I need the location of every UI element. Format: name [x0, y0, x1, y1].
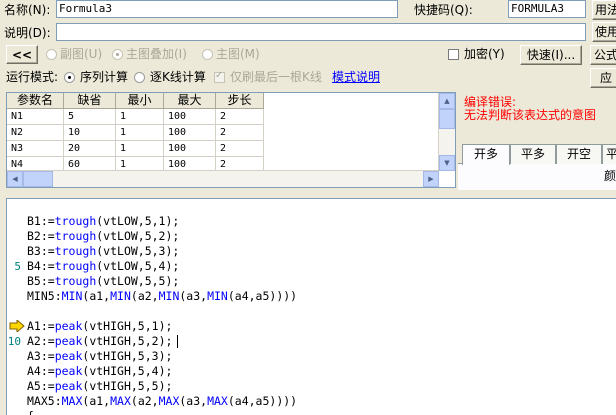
cell[interactable]: 1 — [116, 125, 164, 141]
code-line[interactable]: MIN5:MIN(a1,MIN(a2,MIN(a3,MIN(a4,a5)))) — [27, 289, 297, 303]
code-line[interactable]: B5:=trough(vtLOW,5,5); — [27, 274, 179, 288]
code-editor[interactable]: B1:=trough(vtLOW,5,1); B2:=trough(vtLOW,5… — [6, 198, 616, 415]
code-line[interactable]: A1:=peak(vtHIGH,5,1); — [27, 319, 172, 333]
name-input[interactable]: Formula3 — [56, 0, 398, 18]
header-max[interactable]: 最大 — [164, 93, 216, 109]
cell[interactable]: 1 — [116, 109, 164, 125]
code-line[interactable]: B2:=trough(vtLOW,5,2); — [27, 229, 179, 243]
code-line[interactable]: B4:=trough(vtLOW,5,4); — [27, 259, 179, 273]
table-row[interactable]: N2 10 1 100 2 — [7, 125, 264, 141]
radio-main-overlay-label: 主图叠加(I) — [126, 47, 187, 61]
scroll-thumb-h[interactable] — [23, 171, 53, 187]
error-panel: 编译错误: 无法判断该表达式的意图 — [458, 92, 616, 142]
radio-main-chart[interactable] — [202, 49, 213, 60]
cell[interactable]: 5 — [64, 109, 116, 125]
radio-sequence-calc-label: 序列计算 — [80, 70, 129, 84]
radio-sequence-calc[interactable] — [64, 72, 75, 83]
line-number: 10 — [7, 335, 21, 348]
grid-horizontal-scrollbar[interactable]: ◀ ▶ — [7, 170, 439, 187]
code-line[interactable]: A2:=peak(vtHIGH,5,2); — [27, 334, 172, 348]
cell[interactable]: 2 — [216, 109, 264, 125]
encrypt-checkbox[interactable] — [448, 49, 459, 60]
shortcut-label: 快捷码(Q): — [414, 3, 473, 17]
header-min[interactable]: 最小 — [116, 93, 164, 109]
parameter-table: 参数名 缺省 最小 最大 步长 N1 5 1 100 2 N2 10 1 100… — [6, 92, 456, 188]
tab-open-long[interactable]: 开多 — [462, 144, 510, 165]
header-default[interactable]: 缺省 — [64, 93, 116, 109]
tab-panel-extra-label: 颜 — [604, 169, 616, 183]
use-button[interactable]: 使用 — [592, 22, 616, 42]
table-row[interactable]: N3 20 1 100 2 — [7, 141, 264, 157]
last-bar-only-checkbox[interactable] — [214, 70, 225, 83]
description-input[interactable] — [56, 23, 586, 41]
line-number: 5 — [14, 260, 21, 273]
error-message: 无法判断该表达式的意图 — [464, 108, 597, 122]
header-step[interactable]: 步长 — [216, 93, 264, 109]
line-number-gutter — [7, 199, 27, 415]
scroll-right-icon[interactable]: ▶ — [423, 171, 439, 187]
cell[interactable]: 10 — [64, 125, 116, 141]
scroll-down-icon[interactable]: ▼ — [439, 155, 455, 171]
encrypt-label: 加密(Y) — [464, 47, 505, 61]
current-line-arrow-icon — [9, 320, 25, 332]
cell[interactable]: 100 — [164, 109, 216, 125]
cell[interactable]: 1 — [116, 141, 164, 157]
cell[interactable]: 100 — [164, 141, 216, 157]
cell[interactable]: 20 — [64, 141, 116, 157]
table-header: 参数名 缺省 最小 最大 步长 — [7, 93, 264, 109]
code-line[interactable]: { — [27, 409, 34, 415]
collapse-button[interactable]: << — [6, 45, 38, 64]
radio-step-calc-label: 逐K线计算 — [150, 70, 206, 84]
tab-open-short[interactable]: 开空 — [556, 144, 602, 164]
code-line[interactable]: A4:=peak(vtHIGH,5,4); — [27, 364, 172, 378]
radio-step-calc[interactable] — [134, 72, 145, 83]
code-line[interactable]: A3:=peak(vtHIGH,5,3); — [27, 349, 172, 363]
code-line[interactable]: B3:=trough(vtLOW,5,3); — [27, 244, 179, 258]
text-caret — [177, 335, 178, 348]
cell[interactable]: N3 — [7, 141, 64, 157]
radio-main-overlay[interactable] — [112, 49, 123, 60]
cell[interactable]: 2 — [216, 125, 264, 141]
radio-sub-chart[interactable] — [46, 49, 57, 60]
quick-button[interactable]: 快速(I)... — [520, 45, 582, 65]
cell[interactable]: N1 — [7, 109, 64, 125]
tab-close-short[interactable]: 平 — [602, 144, 616, 164]
apply-button[interactable]: 应 — [590, 68, 616, 88]
scroll-left-icon[interactable]: ◀ — [7, 171, 23, 187]
scroll-thumb[interactable] — [439, 109, 455, 129]
shortcut-input[interactable]: FORMULA3 — [508, 0, 586, 18]
code-line[interactable]: MAX5:MAX(a1,MAX(a2,MAX(a3,MAX(a4,a5)))) — [27, 394, 297, 408]
mode-help-link[interactable]: 模式说明 — [332, 69, 380, 85]
tab-panel: 颜 — [458, 163, 616, 190]
description-label: 说明(D): — [4, 26, 51, 40]
run-mode-label: 运行模式: — [6, 70, 59, 84]
usage-button[interactable]: 用法 — [592, 0, 616, 20]
tab-close-long[interactable]: 平多 — [510, 144, 556, 164]
grid-vertical-scrollbar[interactable]: ▲ ▼ — [438, 93, 455, 171]
radio-main-chart-label: 主图(M) — [216, 47, 260, 61]
last-bar-only-label: 仅刷最后一根K线 — [230, 70, 322, 84]
cell[interactable]: N2 — [7, 125, 64, 141]
cell[interactable]: 2 — [216, 141, 264, 157]
radio-sub-chart-label: 副图(U) — [60, 47, 103, 61]
code-line[interactable]: A5:=peak(vtHIGH,5,5); — [27, 379, 172, 393]
cell[interactable]: 100 — [164, 125, 216, 141]
table-row[interactable]: N1 5 1 100 2 — [7, 109, 264, 125]
formula-button[interactable]: 公式 — [590, 45, 616, 65]
code-line[interactable]: B1:=trough(vtLOW,5,1); — [27, 214, 179, 228]
header-param-name[interactable]: 参数名 — [7, 93, 64, 109]
scroll-up-icon[interactable]: ▲ — [439, 93, 455, 109]
name-label: 名称(N): — [4, 3, 51, 17]
